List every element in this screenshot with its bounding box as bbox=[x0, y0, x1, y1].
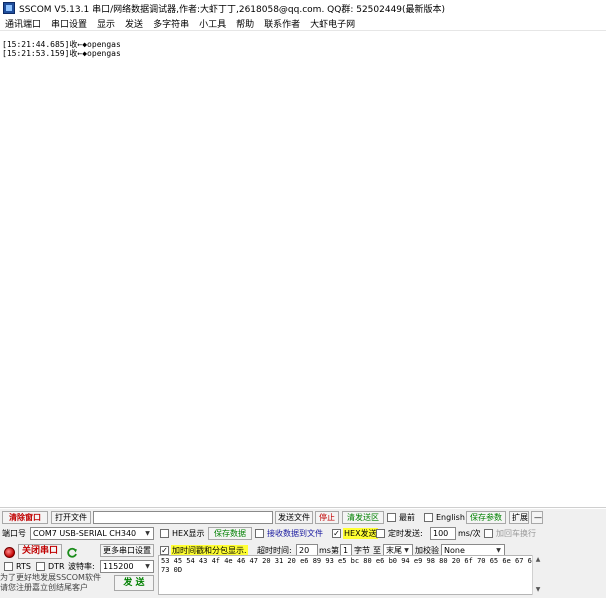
menu-comm-port[interactable]: 通讯端口 bbox=[0, 17, 46, 30]
english-label: English bbox=[436, 513, 465, 522]
port-value: COM7 USB-SERIAL CH340 bbox=[33, 529, 137, 538]
rts-checkbox[interactable] bbox=[4, 562, 13, 571]
menu-tools[interactable]: 小工具 bbox=[194, 17, 231, 30]
ms-per-label: ms/次 bbox=[458, 529, 481, 538]
recv-to-file-label: 接收数据到文件 bbox=[267, 529, 323, 538]
collapse-button[interactable]: — bbox=[531, 511, 543, 524]
close-port-button[interactable]: 关闭串口 bbox=[18, 544, 62, 559]
menu-display[interactable]: 显示 bbox=[92, 17, 120, 30]
menu-multi-string[interactable]: 多字符串 bbox=[148, 17, 194, 30]
front-label: 最前 bbox=[399, 513, 415, 522]
clear-send-button[interactable]: 清发送区 bbox=[342, 511, 384, 524]
title-bar: SSCOM V5.13.1 串口/网络数据调试器,作者:大虾丁丁,2618058… bbox=[0, 0, 606, 16]
window-title: SSCOM V5.13.1 串口/网络数据调试器,作者:大虾丁丁,2618058… bbox=[19, 4, 446, 15]
english-checkbox[interactable] bbox=[424, 513, 433, 522]
open-file-button[interactable]: 打开文件 bbox=[51, 511, 91, 524]
hex-send-label: HEX发送 bbox=[343, 528, 378, 539]
chevron-down-icon: ▼ bbox=[145, 563, 150, 570]
control-panel: 清除窗口 打开文件 发送文件 停止 清发送区 最前 English 保存参数 扩… bbox=[0, 509, 606, 598]
menu-bar: 通讯端口 串口设置 显示 发送 多字符串 小工具 帮助 联系作者 大虾电子网 bbox=[0, 16, 606, 31]
add-crlf-label: 加回车换行 bbox=[496, 529, 536, 538]
dtr-label: DTR bbox=[48, 562, 65, 571]
port-select[interactable]: COM7 USB-SERIAL CH340 ▼ bbox=[30, 527, 154, 540]
baud-value: 115200 bbox=[103, 562, 134, 571]
baud-label: 波特率: bbox=[68, 562, 95, 571]
log-line: [15:21:53.159]收←◆opengas bbox=[2, 49, 121, 58]
timed-send-label: 定时发送: bbox=[388, 529, 423, 538]
port-status-led bbox=[4, 547, 15, 558]
hex-send-checkbox[interactable]: ✓ bbox=[332, 529, 341, 538]
dtr-checkbox[interactable] bbox=[36, 562, 45, 571]
menu-daxia-site[interactable]: 大虾电子网 bbox=[305, 17, 360, 30]
scroll-up-icon[interactable]: ▲ bbox=[534, 556, 542, 564]
menu-serial-settings[interactable]: 串口设置 bbox=[46, 17, 92, 30]
file-path-input[interactable] bbox=[93, 511, 273, 524]
expand-button[interactable]: 扩展 bbox=[509, 511, 529, 524]
baud-select[interactable]: 115200 ▼ bbox=[100, 560, 154, 573]
promo-line-2: 请您注册嘉立创结尾客户 bbox=[0, 583, 88, 592]
end-value: 末尾 bbox=[386, 546, 402, 555]
send-button[interactable]: 发 送 bbox=[114, 575, 154, 591]
recv-to-file-checkbox[interactable] bbox=[255, 529, 264, 538]
hex-display-checkbox[interactable] bbox=[160, 529, 169, 538]
scroll-down-icon[interactable]: ▼ bbox=[534, 586, 542, 594]
promo-line-1: 为了更好地发展SSCOM软件 bbox=[0, 573, 101, 582]
add-crlf-checkbox[interactable] bbox=[484, 529, 493, 538]
promo-text: 为了更好地发展SSCOM软件 请您注册嘉立创结尾客户 bbox=[0, 573, 112, 593]
app-icon bbox=[3, 2, 15, 14]
save-params-button[interactable]: 保存参数 bbox=[466, 511, 506, 524]
front-checkbox[interactable] bbox=[387, 513, 396, 522]
refresh-icon[interactable] bbox=[66, 547, 78, 559]
stop-button[interactable]: 停止 bbox=[315, 511, 339, 524]
save-data-button[interactable]: 保存数据 bbox=[208, 527, 252, 540]
log-line: [15:21:44.685]收←◆opengas bbox=[2, 40, 121, 49]
timed-interval-input[interactable]: 100 bbox=[430, 527, 456, 540]
chevron-down-icon: ▼ bbox=[145, 530, 150, 537]
menu-contact-author[interactable]: 联系作者 bbox=[259, 17, 305, 30]
menu-send[interactable]: 发送 bbox=[120, 17, 148, 30]
send-file-button[interactable]: 发送文件 bbox=[275, 511, 313, 524]
checksum-value: None bbox=[444, 546, 465, 555]
receive-area[interactable]: [15:21:44.685]收←◆opengas [15:21:53.159]收… bbox=[0, 32, 606, 508]
rts-label: RTS bbox=[16, 562, 31, 571]
clear-window-button[interactable]: 清除窗口 bbox=[2, 511, 48, 524]
more-serial-settings-button[interactable]: 更多串口设置 bbox=[100, 544, 154, 557]
timestamp-checkbox[interactable]: ✓ bbox=[160, 546, 169, 555]
hex-display-label: HEX显示 bbox=[172, 529, 205, 538]
timed-send-checkbox[interactable] bbox=[376, 529, 385, 538]
send-scrollbar[interactable]: ▲ ▼ bbox=[532, 555, 542, 595]
menu-help[interactable]: 帮助 bbox=[231, 17, 259, 30]
port-label: 端口号 bbox=[2, 529, 26, 538]
send-input[interactable]: 53 45 54 43 4f 4e 46 47 20 31 20 e6 89 9… bbox=[158, 555, 540, 595]
